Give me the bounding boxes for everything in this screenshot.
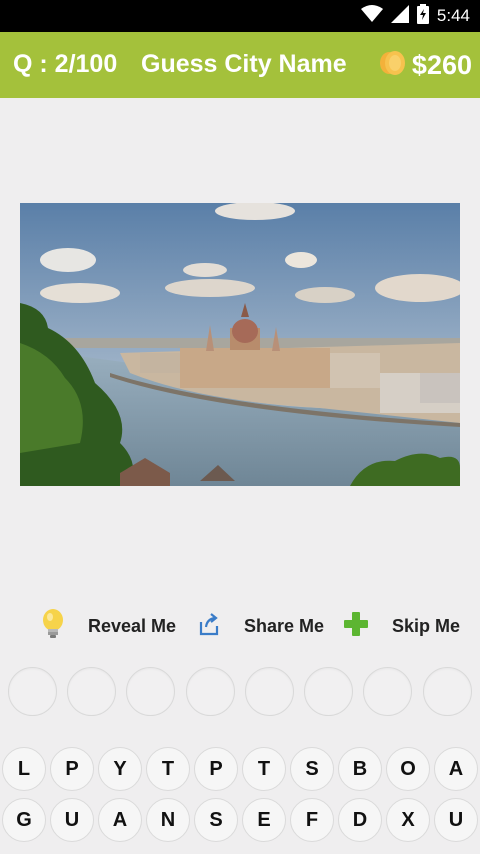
- letter-key[interactable]: P: [50, 747, 94, 791]
- coin-balance[interactable]: $260: [379, 50, 472, 81]
- share-button[interactable]: Share Me: [198, 604, 324, 648]
- letter-key[interactable]: X: [386, 798, 430, 842]
- letter-key[interactable]: N: [146, 798, 190, 842]
- lightbulb-icon: [42, 608, 64, 644]
- answer-slot[interactable]: [8, 667, 57, 716]
- reveal-label: Reveal Me: [88, 615, 177, 636]
- plus-icon: [344, 611, 368, 641]
- cell-signal-icon: [390, 4, 409, 28]
- letter-key[interactable]: Y: [98, 747, 142, 791]
- battery-icon: [416, 3, 429, 29]
- header-bar: Q : 2/100 Guess City Name $260: [0, 32, 480, 98]
- answer-slot[interactable]: [186, 667, 235, 716]
- city-photo: [20, 203, 460, 486]
- answer-slot[interactable]: [126, 667, 175, 716]
- letter-key[interactable]: L: [2, 747, 46, 791]
- letter-key[interactable]: S: [290, 747, 334, 791]
- letter-key[interactable]: G: [2, 798, 46, 842]
- status-time: 5:44: [436, 6, 470, 25]
- status-bar: 5:44: [0, 0, 480, 32]
- skip-button[interactable]: Skip Me: [344, 604, 460, 648]
- action-bar: Reveal Me Share Me Skip Me: [0, 604, 480, 648]
- letter-key[interactable]: A: [434, 747, 478, 791]
- letter-key[interactable]: E: [242, 798, 286, 842]
- letter-key[interactable]: T: [146, 747, 190, 791]
- page-title: Guess City Name: [141, 50, 347, 78]
- letter-key[interactable]: P: [194, 747, 238, 791]
- answer-slot[interactable]: [423, 667, 472, 716]
- letter-key[interactable]: S: [194, 798, 238, 842]
- reveal-button[interactable]: Reveal Me: [42, 604, 176, 648]
- answer-slot[interactable]: [363, 667, 412, 716]
- letter-key[interactable]: O: [386, 747, 430, 791]
- letter-key[interactable]: U: [434, 798, 478, 842]
- share-label: Share Me: [244, 615, 325, 636]
- question-counter: Q : 2/100: [13, 50, 118, 78]
- skip-label: Skip Me: [392, 615, 461, 636]
- answer-slots: [0, 667, 480, 717]
- letter-key[interactable]: A: [98, 798, 142, 842]
- answer-slot[interactable]: [67, 667, 116, 716]
- wifi-icon: [360, 4, 383, 28]
- letter-key[interactable]: T: [242, 747, 286, 791]
- letter-key[interactable]: D: [338, 798, 382, 842]
- letter-key[interactable]: F: [290, 798, 334, 842]
- coin-icon: [379, 50, 408, 81]
- share-icon: [198, 612, 220, 641]
- money-amount: $260: [411, 50, 472, 80]
- answer-slot[interactable]: [245, 667, 294, 716]
- letter-key[interactable]: B: [338, 747, 382, 791]
- status-icons: 5:44: [360, 0, 470, 32]
- letter-key[interactable]: U: [50, 798, 94, 842]
- answer-slot[interactable]: [304, 667, 353, 716]
